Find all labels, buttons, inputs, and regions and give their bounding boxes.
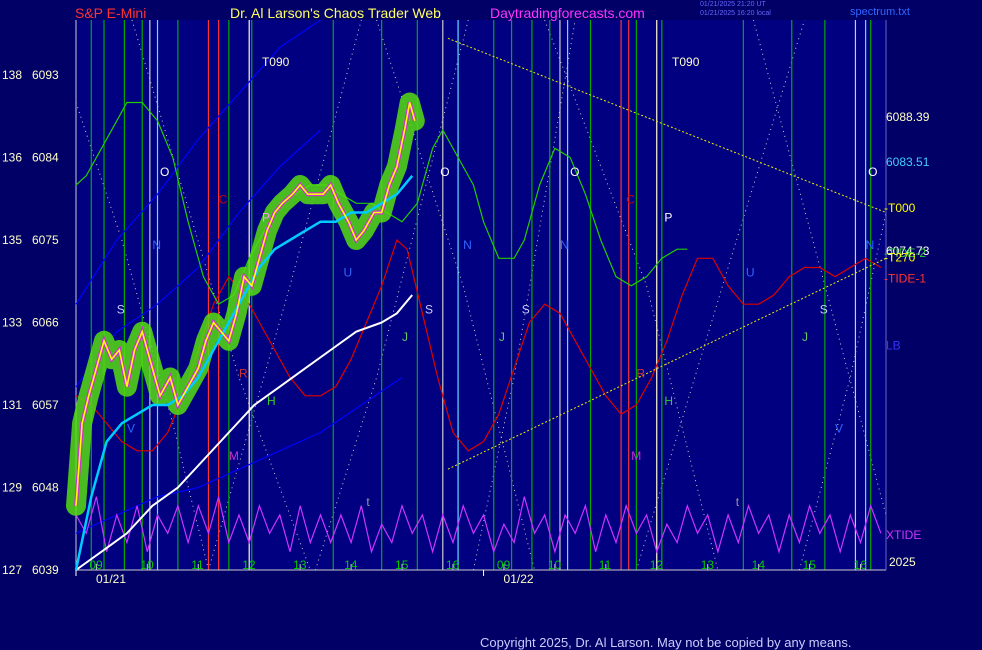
x-tick-label-6: 15 bbox=[395, 558, 409, 572]
x-tick-label-13: 14 bbox=[752, 558, 766, 572]
y-price-label-3: 6066 bbox=[32, 316, 59, 330]
price-label-6: -TIDE-1 bbox=[884, 272, 926, 286]
cycle-label-30: V bbox=[835, 422, 843, 436]
cycle-label-6: C bbox=[219, 192, 228, 206]
price-label-1: 6083.51 bbox=[886, 155, 930, 169]
cycle-label-12: N bbox=[560, 238, 569, 252]
price-label-7: LB bbox=[886, 338, 901, 352]
cycle-label-17: S bbox=[820, 302, 828, 316]
y-index-label-2: 131 bbox=[2, 398, 22, 412]
site-link[interactable]: Daytradingforecasts.com bbox=[490, 5, 645, 21]
copyright-notice: Copyright 2025, Dr. Al Larson. May not b… bbox=[480, 635, 852, 650]
y-index-label-4: 135 bbox=[2, 233, 22, 247]
year-label: 2025 bbox=[889, 555, 916, 569]
x-tick-label-9: 10 bbox=[548, 558, 562, 572]
cycle-label-29: V bbox=[127, 422, 135, 436]
date-label-1: 01/22 bbox=[504, 572, 534, 586]
cycle-label-5: O bbox=[868, 165, 877, 179]
y-price-label-0: 6039 bbox=[32, 563, 59, 577]
y-index-label-6: 138 bbox=[2, 68, 22, 82]
y-price-label-4: 6075 bbox=[32, 233, 59, 247]
cycle-label-4: O bbox=[570, 165, 579, 179]
price-label-2: -T000 bbox=[884, 201, 916, 215]
cycle-label-20: J bbox=[402, 330, 408, 344]
cycle-label-9: P bbox=[664, 211, 672, 225]
price-label-0: 6088.39 bbox=[886, 110, 930, 124]
timestamp-local: 01/21/2025 16:20 local bbox=[700, 10, 771, 17]
price-label-8: XTIDE bbox=[886, 528, 921, 542]
author-title: Dr. Al Larson's Chaos Trader Web bbox=[230, 5, 441, 21]
cycle-label-21: J bbox=[499, 330, 505, 344]
cycle-label-26: H bbox=[664, 394, 673, 408]
x-tick-label-14: 15 bbox=[803, 558, 817, 572]
x-tick-label-5: 14 bbox=[344, 558, 358, 572]
x-tick-label-10: 11 bbox=[599, 558, 612, 572]
x-tick-label-3: 12 bbox=[242, 558, 256, 572]
cycle-label-0: T090 bbox=[262, 55, 290, 69]
timestamp-utc: 01/21/2025 21:20 UT bbox=[700, 1, 766, 8]
date-label-0: 01/21 bbox=[96, 572, 126, 586]
x-tick-label-12: 13 bbox=[701, 558, 715, 572]
cycle-label-14: S bbox=[117, 302, 125, 316]
cycle-label-24: R bbox=[636, 367, 645, 381]
cycle-label-28: M bbox=[631, 449, 641, 463]
cycle-label-3: O bbox=[440, 165, 449, 179]
cycle-label-23: R bbox=[239, 367, 248, 381]
cycle-label-8: P bbox=[262, 211, 270, 225]
cycle-label-10: N bbox=[152, 238, 161, 252]
cycle-label-11: N bbox=[463, 238, 472, 252]
cycle-label-18: U bbox=[343, 266, 352, 280]
cycle-label-25: H bbox=[267, 394, 276, 408]
y-index-label-0: 127 bbox=[2, 563, 22, 577]
cycle-label-7: C bbox=[626, 192, 635, 206]
data-file-label: spectrum.txt bbox=[850, 6, 910, 18]
y-index-label-3: 133 bbox=[2, 316, 22, 330]
y-price-label-1: 6048 bbox=[32, 481, 59, 495]
cycle-label-13: N bbox=[866, 238, 875, 252]
cycle-label-2: O bbox=[160, 165, 169, 179]
cycle-label-22: J bbox=[802, 330, 808, 344]
cycle-label-15: S bbox=[425, 302, 433, 316]
y-price-label-5: 6084 bbox=[32, 151, 59, 165]
x-tick-label-1: 10 bbox=[140, 558, 154, 572]
cycle-label-16: S bbox=[522, 302, 530, 316]
x-tick-label-0: 09 bbox=[89, 558, 103, 572]
y-index-label-1: 129 bbox=[2, 481, 22, 495]
x-tick-label-4: 13 bbox=[293, 558, 307, 572]
cycle-label-27: M bbox=[229, 449, 239, 463]
y-index-label-5: 136 bbox=[2, 151, 22, 165]
chaos-chart: T090 T090O O O OC CP PN N N NS S S SU UJ J JR RH HM MV Vt t1… bbox=[2, 19, 930, 586]
y-price-label-2: 6057 bbox=[32, 398, 59, 412]
y-price-label-6: 6093 bbox=[32, 68, 59, 82]
symbol-label: S&P E-Mini bbox=[75, 5, 147, 21]
x-tick-label-2: 11 bbox=[191, 558, 204, 572]
cycle-label-19: U bbox=[746, 266, 755, 280]
x-tick-label-15: 16 bbox=[854, 558, 868, 572]
cycle-label-1: T090 bbox=[672, 55, 700, 69]
x-tick-label-8: 09 bbox=[497, 558, 511, 572]
x-tick-label-7: 16 bbox=[446, 558, 460, 572]
x-tick-label-11: 12 bbox=[650, 558, 664, 572]
price-label-5: -T270 bbox=[884, 250, 916, 264]
